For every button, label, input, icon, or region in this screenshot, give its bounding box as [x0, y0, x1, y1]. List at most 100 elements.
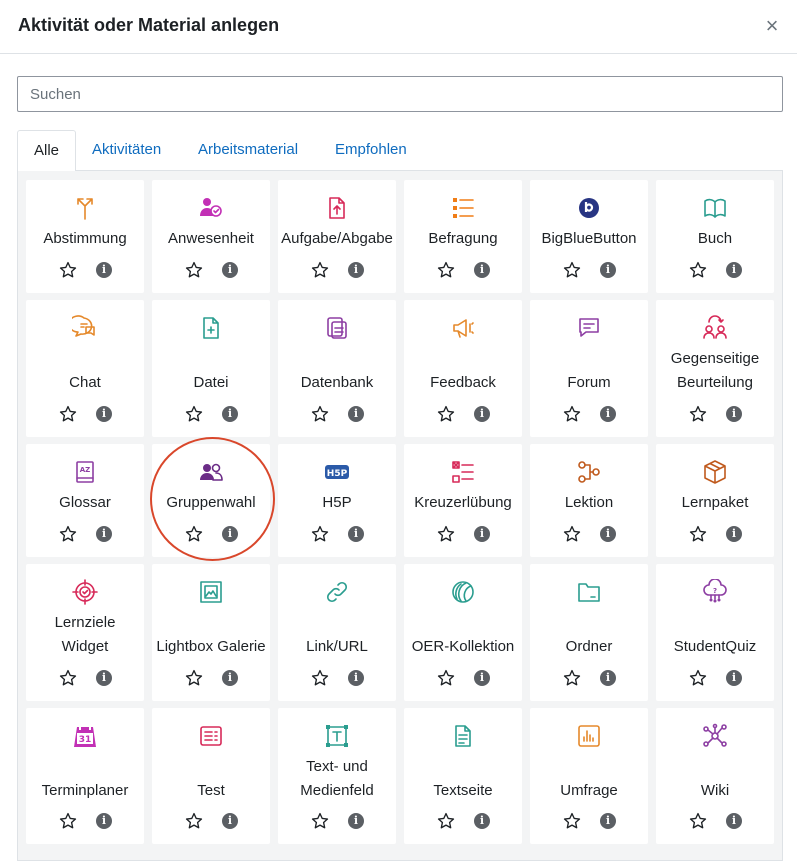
- activity-tile[interactable]: Link/URL i: [278, 564, 396, 701]
- activity-tile[interactable]: OER-Kollektion i: [404, 564, 522, 701]
- star-icon[interactable]: [185, 669, 203, 687]
- info-icon[interactable]: i: [348, 262, 364, 278]
- activity-tile[interactable]: Umfrage i: [530, 708, 648, 844]
- activity-name: Forum: [567, 374, 611, 391]
- activity-tile[interactable]: Text- und Medienfeld i: [278, 708, 396, 844]
- star-icon[interactable]: [563, 812, 581, 830]
- star-icon[interactable]: [437, 669, 455, 687]
- activity-tile[interactable]: Abstimmung i: [26, 180, 144, 293]
- activity-tile[interactable]: Gruppenwahl i: [152, 444, 270, 557]
- star-icon[interactable]: [311, 669, 329, 687]
- close-button[interactable]: ×: [761, 12, 783, 40]
- activity-tile[interactable]: Wiki i: [656, 708, 774, 844]
- search-input[interactable]: [17, 76, 783, 112]
- star-icon[interactable]: [437, 405, 455, 423]
- star-icon[interactable]: [185, 525, 203, 543]
- info-icon[interactable]: i: [348, 670, 364, 686]
- activity-tile[interactable]: Lernziele Widget i: [26, 564, 144, 701]
- info-icon[interactable]: i: [600, 406, 616, 422]
- activity-tile[interactable]: ? StudentQuiz i: [656, 564, 774, 701]
- info-icon[interactable]: i: [96, 526, 112, 542]
- activity-tile[interactable]: 31 Terminplaner i: [26, 708, 144, 844]
- activity-tile[interactable]: Gegenseitige Beurteilung i: [656, 300, 774, 437]
- info-icon[interactable]: i: [348, 406, 364, 422]
- info-icon[interactable]: i: [348, 813, 364, 829]
- info-icon[interactable]: i: [222, 813, 238, 829]
- star-icon[interactable]: [437, 525, 455, 543]
- activity-name: Medienfeld: [300, 782, 374, 799]
- info-icon[interactable]: i: [474, 526, 490, 542]
- info-icon[interactable]: i: [222, 670, 238, 686]
- star-icon[interactable]: [563, 405, 581, 423]
- star-icon[interactable]: [59, 525, 77, 543]
- activity-tile[interactable]: Datenbank i: [278, 300, 396, 437]
- info-icon[interactable]: i: [348, 526, 364, 542]
- activity-tile[interactable]: AZ Glossar i: [26, 444, 144, 557]
- star-icon[interactable]: [689, 405, 707, 423]
- info-icon[interactable]: i: [600, 262, 616, 278]
- info-icon[interactable]: i: [726, 526, 742, 542]
- star-icon[interactable]: [185, 812, 203, 830]
- activity-tile[interactable]: Test i: [152, 708, 270, 844]
- activity-tile[interactable]: BigBlueButton i: [530, 180, 648, 293]
- info-icon[interactable]: i: [726, 406, 742, 422]
- activity-tile[interactable]: Befragung i: [404, 180, 522, 293]
- info-icon[interactable]: i: [726, 262, 742, 278]
- info-icon[interactable]: i: [600, 526, 616, 542]
- activity-tile[interactable]: Chat i: [26, 300, 144, 437]
- info-icon[interactable]: i: [474, 670, 490, 686]
- info-icon[interactable]: i: [474, 813, 490, 829]
- star-icon[interactable]: [311, 405, 329, 423]
- star-icon[interactable]: [185, 405, 203, 423]
- activity-tile[interactable]: Datei i: [152, 300, 270, 437]
- star-icon[interactable]: [437, 261, 455, 279]
- info-icon[interactable]: i: [96, 262, 112, 278]
- star-icon[interactable]: [563, 525, 581, 543]
- info-icon[interactable]: i: [96, 406, 112, 422]
- info-icon[interactable]: i: [600, 670, 616, 686]
- star-icon[interactable]: [59, 669, 77, 687]
- info-icon[interactable]: i: [474, 262, 490, 278]
- activity-tile[interactable]: Lightbox Galerie i: [152, 564, 270, 701]
- activity-tile[interactable]: Feedback i: [404, 300, 522, 437]
- activity-name: Gruppenwahl: [166, 494, 256, 511]
- star-icon[interactable]: [185, 261, 203, 279]
- activity-tile[interactable]: Ordner i: [530, 564, 648, 701]
- star-icon[interactable]: [689, 812, 707, 830]
- star-icon[interactable]: [311, 812, 329, 830]
- activity-tile[interactable]: Kreuzerlübung i: [404, 444, 522, 557]
- tab-empfohlen[interactable]: Empfohlen: [319, 130, 423, 171]
- star-icon[interactable]: [311, 261, 329, 279]
- info-icon[interactable]: i: [726, 813, 742, 829]
- tab-alle[interactable]: Alle: [17, 130, 77, 172]
- star-icon[interactable]: [59, 812, 77, 830]
- tab-arbeitsmaterial[interactable]: Arbeitsmaterial: [182, 130, 314, 171]
- info-icon[interactable]: i: [222, 406, 238, 422]
- star-icon[interactable]: [59, 261, 77, 279]
- activity-tile[interactable]: Aufgabe/Abgabe i: [278, 180, 396, 293]
- star-icon[interactable]: [689, 525, 707, 543]
- star-icon[interactable]: [311, 525, 329, 543]
- star-icon[interactable]: [563, 669, 581, 687]
- star-icon[interactable]: [689, 261, 707, 279]
- activity-tile[interactable]: Textseite i: [404, 708, 522, 844]
- info-icon[interactable]: i: [600, 813, 616, 829]
- info-icon[interactable]: i: [96, 813, 112, 829]
- star-icon[interactable]: [59, 405, 77, 423]
- activity-tile[interactable]: Lektion i: [530, 444, 648, 557]
- activity-tile[interactable]: Forum i: [530, 300, 648, 437]
- activity-tile[interactable]: Anwesenheit i: [152, 180, 270, 293]
- activity-tile[interactable]: Lernpaket i: [656, 444, 774, 557]
- star-icon[interactable]: [689, 669, 707, 687]
- attendance-icon: [198, 195, 224, 221]
- star-icon[interactable]: [437, 812, 455, 830]
- star-icon[interactable]: [563, 261, 581, 279]
- activity-tile[interactable]: H5P H5P i: [278, 444, 396, 557]
- info-icon[interactable]: i: [222, 262, 238, 278]
- tab-aktivitaeten[interactable]: Aktivitäten: [76, 130, 177, 171]
- info-icon[interactable]: i: [726, 670, 742, 686]
- info-icon[interactable]: i: [474, 406, 490, 422]
- info-icon[interactable]: i: [222, 526, 238, 542]
- activity-tile[interactable]: Buch i: [656, 180, 774, 293]
- info-icon[interactable]: i: [96, 670, 112, 686]
